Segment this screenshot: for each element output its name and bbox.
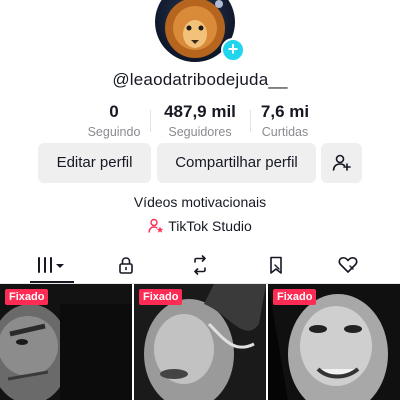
add-user-icon [332, 154, 351, 171]
add-friends-button[interactable] [321, 143, 362, 183]
avatar-container[interactable]: + [155, 0, 245, 62]
studio-label: TikTok Studio [168, 218, 252, 234]
stat-following-value: 0 [109, 102, 119, 121]
tab-private[interactable] [96, 250, 156, 280]
pinned-badge: Fixado [273, 289, 317, 305]
video-thumbnail[interactable]: Fixado [268, 284, 400, 400]
lock-icon [119, 257, 133, 274]
repost-icon [194, 255, 206, 275]
grid-icon [38, 257, 64, 273]
video-thumbnail[interactable]: Fixado [0, 284, 132, 400]
tab-saved[interactable] [246, 250, 306, 280]
video-grid: Fixado Fixado Fixado [0, 284, 400, 400]
profile-tabs [0, 250, 400, 284]
stat-following[interactable]: 0 Seguindo [64, 102, 164, 139]
stat-likes-label: Curtidas [261, 125, 309, 139]
pinned-badge: Fixado [139, 289, 183, 305]
share-profile-button[interactable]: Compartilhar perfil [157, 143, 316, 183]
edit-profile-button[interactable]: Editar perfil [38, 143, 151, 183]
plus-icon: + [227, 39, 239, 59]
tab-videos[interactable] [22, 250, 82, 280]
pinned-badge: Fixado [5, 289, 49, 305]
stat-following-label: Seguindo [87, 125, 141, 139]
tiktok-studio-link[interactable]: TikTok Studio [0, 218, 400, 234]
profile-stats: 0 Seguindo 487,9 mil Seguidores 7,6 mi C… [0, 102, 400, 142]
add-avatar-button[interactable]: + [221, 38, 245, 62]
tab-liked[interactable] [318, 250, 378, 280]
bookmark-icon [270, 256, 282, 274]
username: @leaodatribodejuda__ [112, 70, 288, 89]
stat-likes[interactable]: 7,6 mi Curtidas [235, 102, 335, 139]
tab-reposts[interactable] [170, 250, 230, 280]
liked-icon [338, 256, 358, 273]
video-thumbnail[interactable]: Fixado [134, 284, 266, 400]
studio-icon [148, 218, 164, 233]
profile-bio: Vídeos motivacionais [133, 194, 267, 210]
stat-likes-value: 7,6 mi [260, 102, 310, 121]
